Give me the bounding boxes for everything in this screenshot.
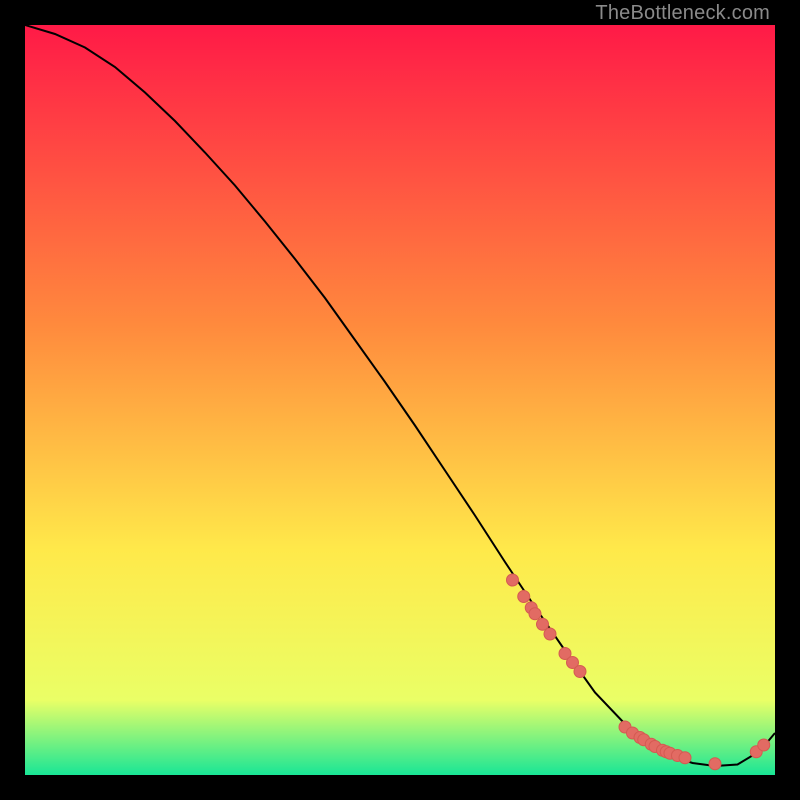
marker-dot: [507, 574, 519, 586]
marker-dot: [518, 591, 530, 603]
gradient-background: [25, 25, 775, 775]
marker-dot: [709, 758, 721, 770]
marker-dot: [544, 628, 556, 640]
marker-dot: [679, 752, 691, 764]
watermark-text: TheBottleneck.com: [595, 2, 770, 25]
marker-dot: [758, 739, 770, 751]
marker-dot: [574, 666, 586, 678]
marker-dot: [529, 608, 541, 620]
bottleneck-chart: [25, 25, 775, 775]
chart-frame: [25, 25, 775, 775]
